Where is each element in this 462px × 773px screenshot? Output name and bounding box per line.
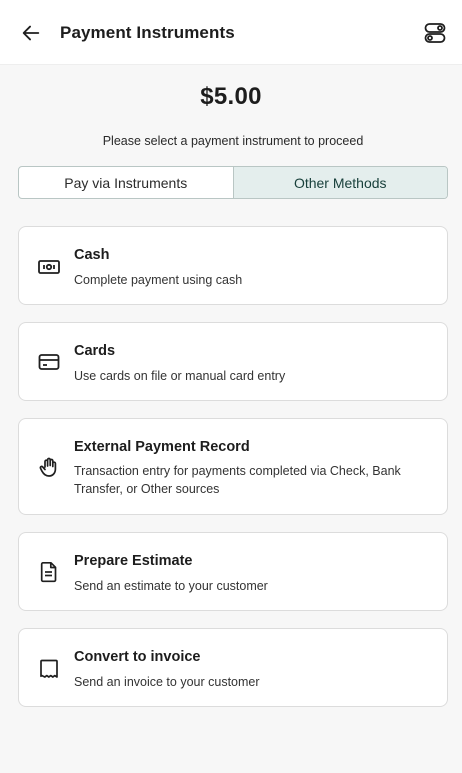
tab-other-methods[interactable]: Other Methods <box>232 167 447 198</box>
method-description: Use cards on file or manual card entry <box>74 369 286 383</box>
method-card-convert-to-invoice[interactable]: Convert to invoice Send an invoice to yo… <box>18 628 448 707</box>
page-title: Payment Instruments <box>60 23 235 42</box>
method-card-external-payment-record[interactable]: External Payment Record Transaction entr… <box>18 418 448 515</box>
tab-pay-via-instruments[interactable]: Pay via Instruments <box>19 167 233 198</box>
method-title: Cards <box>74 343 116 359</box>
method-title: Prepare Estimate <box>74 553 193 569</box>
payment-mode-tabs: Pay via Instruments Other Methods <box>18 166 448 199</box>
instruction-text: Please select a payment instrument to pr… <box>102 134 364 148</box>
document-icon <box>37 560 61 584</box>
method-card-cards[interactable]: Cards Use cards on file or manual card e… <box>18 322 448 401</box>
method-description: Transaction entry for payments completed… <box>74 464 401 496</box>
cash-icon <box>37 255 61 279</box>
toggles-icon <box>424 23 446 43</box>
payment-amount: $5.00 <box>200 83 262 110</box>
top-app-bar: Payment Instruments <box>0 0 462 64</box>
method-card-cash[interactable]: Cash Complete payment using cash <box>18 226 448 305</box>
receipt-icon <box>37 657 61 681</box>
method-card-prepare-estimate[interactable]: Prepare Estimate Send an estimate to you… <box>18 532 448 611</box>
back-button[interactable] <box>18 20 44 46</box>
method-description: Send an invoice to your customer <box>74 675 260 689</box>
method-title: Convert to invoice <box>74 649 201 665</box>
arrow-left-icon <box>22 25 40 41</box>
payment-instruments-screen: Payment Instruments $5.00 Please select … <box>0 0 462 773</box>
method-description: Send an estimate to your customer <box>74 579 268 593</box>
method-title: Cash <box>74 247 110 263</box>
toggle-settings-button[interactable] <box>422 20 448 46</box>
method-description: Complete payment using cash <box>74 273 243 287</box>
credit-card-icon <box>37 350 61 374</box>
hand-icon <box>37 455 61 479</box>
method-title: External Payment Record <box>74 439 250 455</box>
